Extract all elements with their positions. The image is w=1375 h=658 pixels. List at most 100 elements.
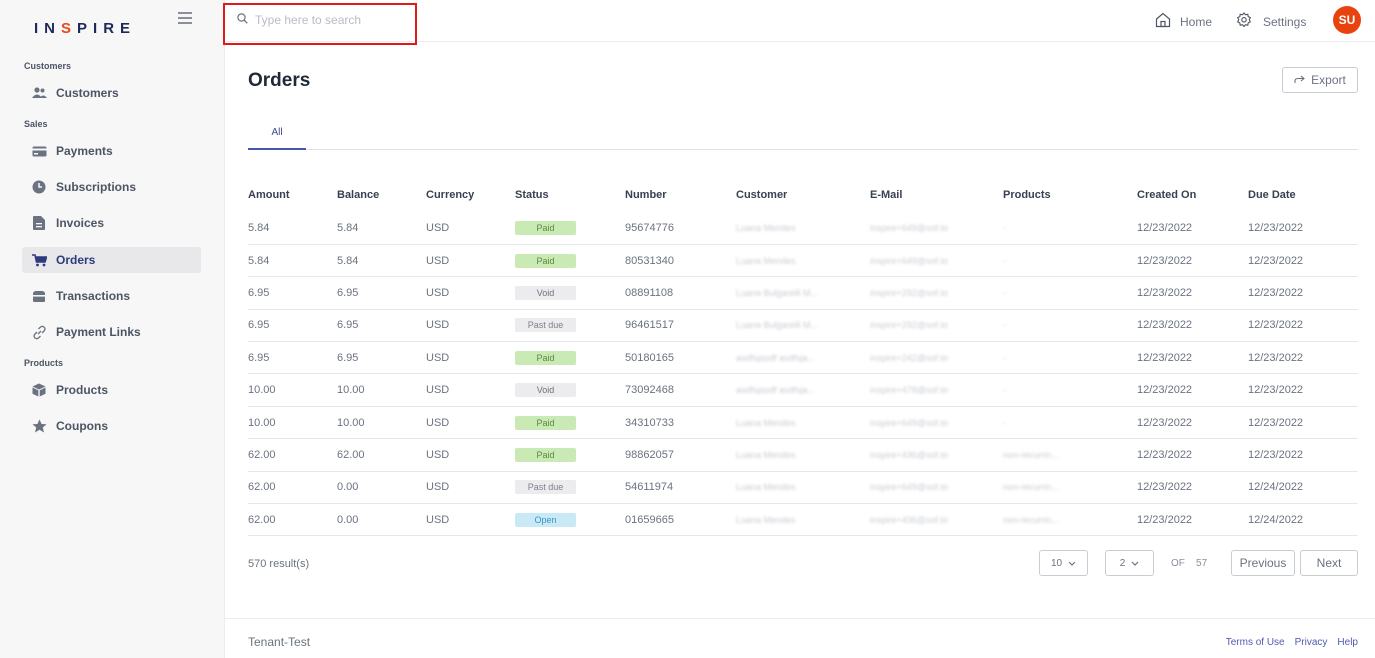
created-on-cell: 12/23/2022 bbox=[1137, 309, 1248, 343]
tab-all[interactable]: All bbox=[248, 127, 306, 150]
balance-cell: 62.00 bbox=[337, 438, 426, 472]
status-cell: Past due bbox=[515, 309, 625, 343]
sidebar-item-invoices[interactable]: Invoices bbox=[22, 210, 201, 236]
number-cell: 80531340 bbox=[625, 244, 736, 278]
terms-link[interactable]: Terms of Use bbox=[1226, 637, 1285, 648]
created-on-cell: 12/23/2022 bbox=[1137, 244, 1248, 278]
search-box[interactable] bbox=[223, 3, 417, 45]
table-row[interactable]: 10.00 10.00 USD Void 73092468 asdfsjasdf asdf… bbox=[248, 373, 1358, 407]
page-number-select[interactable]: 2 bbox=[1105, 550, 1154, 576]
balance-cell: 6.95 bbox=[337, 276, 426, 310]
home-link[interactable]: Home bbox=[1155, 12, 1212, 31]
created-on-cell: 12/23/2022 bbox=[1137, 406, 1248, 440]
table-row[interactable]: 62.00 62.00 USD Paid 98862057 Luana Mendes ins… bbox=[248, 438, 1358, 472]
created-on-cell: 12/23/2022 bbox=[1137, 341, 1248, 375]
due-date-cell: 12/23/2022 bbox=[1248, 438, 1358, 472]
clock-icon bbox=[31, 179, 47, 195]
email-cell: inspire+649@sof.to bbox=[870, 406, 1003, 440]
sidebar-item-orders[interactable]: Orders bbox=[22, 247, 201, 273]
export-button[interactable]: Export bbox=[1282, 67, 1358, 93]
app-logo[interactable]: INSPIRE bbox=[34, 20, 136, 37]
table-row[interactable]: 10.00 10.00 USD Paid 34310733 Luana Mendes ins… bbox=[248, 406, 1358, 440]
created-on-cell: 12/23/2022 bbox=[1137, 373, 1248, 407]
products-cell: - bbox=[1003, 341, 1137, 375]
table-row[interactable]: 6.95 6.95 USD Void 08891108 Luana Bulgarelli … bbox=[248, 276, 1358, 310]
customer-cell: Luana Mendes bbox=[736, 503, 870, 537]
page-size-select[interactable]: 10 bbox=[1039, 550, 1088, 576]
customer-cell: Luana Mendes bbox=[736, 406, 870, 440]
sidebar-item-payments[interactable]: Payments bbox=[22, 138, 201, 164]
amount-cell: 5.84 bbox=[248, 212, 337, 245]
avatar[interactable]: SU bbox=[1333, 6, 1361, 34]
balance-cell: 5.84 bbox=[337, 212, 426, 245]
previous-page-button[interactable]: Previous bbox=[1231, 550, 1295, 576]
top-bar: Home Settings SU bbox=[223, 0, 1375, 45]
due-date-cell: 12/24/2022 bbox=[1248, 471, 1358, 505]
table-row[interactable]: 6.95 6.95 USD Past due 96461517 Luana Bulgare… bbox=[248, 309, 1358, 343]
table-row[interactable]: 6.95 6.95 USD Paid 50180165 asdfsjasdf asdfsj… bbox=[248, 341, 1358, 375]
currency-cell: USD bbox=[426, 244, 515, 278]
settings-link[interactable]: Settings bbox=[1236, 12, 1306, 31]
status-cell: Past due bbox=[515, 471, 625, 505]
table-row[interactable]: 5.84 5.84 USD Paid 80531340 Luana Mendes inspi… bbox=[248, 244, 1358, 278]
column-header-created-on[interactable]: Created On bbox=[1137, 178, 1248, 212]
column-header-currency[interactable]: Currency bbox=[426, 178, 515, 212]
tab-bar: All bbox=[248, 127, 1358, 150]
number-cell: 08891108 bbox=[625, 276, 736, 310]
currency-cell: USD bbox=[426, 276, 515, 310]
menu-toggle-icon[interactable] bbox=[178, 12, 192, 26]
footer: Tenant-Test Terms of Use Privacy Help bbox=[225, 618, 1375, 658]
table-row[interactable]: 62.00 0.00 USD Open 01659665 Luana Mendes insp… bbox=[248, 503, 1358, 537]
number-cell: 73092468 bbox=[625, 373, 736, 407]
next-page-button[interactable]: Next bbox=[1300, 550, 1358, 576]
created-on-cell: 12/23/2022 bbox=[1137, 212, 1248, 245]
orders-table: Amount Balance Currency Status Number Cu… bbox=[248, 178, 1358, 537]
search-icon bbox=[237, 13, 248, 27]
products-cell: non-recurrin... bbox=[1003, 503, 1137, 537]
status-cell: Void bbox=[515, 373, 625, 407]
column-header-balance[interactable]: Balance bbox=[337, 178, 426, 212]
status-cell: Void bbox=[515, 276, 625, 310]
email-cell: inspire+649@sof.to bbox=[870, 244, 1003, 278]
sidebar-item-products[interactable]: Products bbox=[22, 377, 201, 403]
page-of-label: OF 57 bbox=[1171, 558, 1208, 569]
link-icon bbox=[31, 324, 47, 340]
column-header-products[interactable]: Products bbox=[1003, 178, 1137, 212]
currency-cell: USD bbox=[426, 406, 515, 440]
products-cell: - bbox=[1003, 244, 1137, 278]
created-on-cell: 12/23/2022 bbox=[1137, 471, 1248, 505]
credit-card-icon bbox=[31, 143, 47, 159]
column-header-due-date[interactable]: Due Date bbox=[1248, 178, 1358, 212]
privacy-link[interactable]: Privacy bbox=[1295, 637, 1328, 648]
column-header-status[interactable]: Status bbox=[515, 178, 625, 212]
customer-cell: Luana Mendes bbox=[736, 438, 870, 472]
number-cell: 98862057 bbox=[625, 438, 736, 472]
products-cell: - bbox=[1003, 212, 1137, 245]
column-header-amount[interactable]: Amount bbox=[248, 178, 337, 212]
sidebar-item-payment-links[interactable]: Payment Links bbox=[22, 319, 201, 345]
customer-cell: Luana Mendes bbox=[736, 244, 870, 278]
table-row[interactable]: 5.84 5.84 USD Paid 95674776 Luana Mendes inspi… bbox=[248, 212, 1358, 245]
search-input[interactable] bbox=[255, 13, 405, 27]
due-date-cell: 12/23/2022 bbox=[1248, 276, 1358, 310]
sidebar-item-coupons[interactable]: Coupons bbox=[22, 413, 201, 439]
sidebar-item-subscriptions[interactable]: Subscriptions bbox=[22, 174, 201, 200]
sidebar-section-sales: Sales bbox=[24, 119, 48, 129]
currency-cell: USD bbox=[426, 373, 515, 407]
products-cell: - bbox=[1003, 373, 1137, 407]
sidebar-item-transactions[interactable]: Transactions bbox=[22, 283, 201, 309]
due-date-cell: 12/23/2022 bbox=[1248, 244, 1358, 278]
created-on-cell: 12/23/2022 bbox=[1137, 438, 1248, 472]
table-row[interactable]: 62.00 0.00 USD Past due 54611974 Luana Mendes… bbox=[248, 471, 1358, 505]
balance-cell: 6.95 bbox=[337, 341, 426, 375]
currency-cell: USD bbox=[426, 471, 515, 505]
sidebar-item-customers[interactable]: Customers bbox=[22, 80, 201, 106]
help-link[interactable]: Help bbox=[1337, 637, 1358, 648]
column-header-customer[interactable]: Customer bbox=[736, 178, 870, 212]
column-header-email[interactable]: E-Mail bbox=[870, 178, 1003, 212]
email-cell: inspire+292@sof.to bbox=[870, 309, 1003, 343]
amount-cell: 62.00 bbox=[248, 471, 337, 505]
balance-cell: 6.95 bbox=[337, 309, 426, 343]
column-header-number[interactable]: Number bbox=[625, 178, 736, 212]
due-date-cell: 12/23/2022 bbox=[1248, 341, 1358, 375]
